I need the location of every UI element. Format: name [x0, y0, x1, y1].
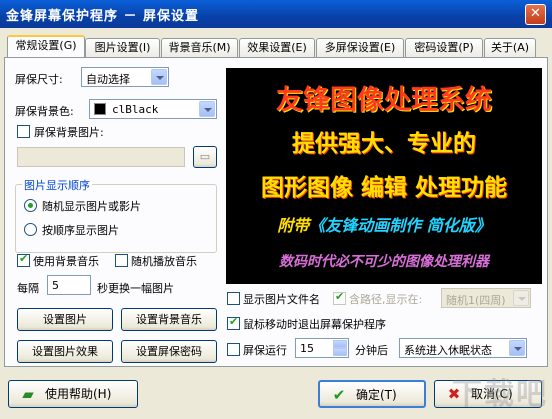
preview-line-4-prefix: 附带 [277, 216, 310, 235]
bgcolor-label: 屏保背景色: [15, 105, 74, 118]
color-swatch [94, 103, 106, 115]
size-value: 自动选择 [86, 73, 130, 86]
set-password-button[interactable]: 设置屏保密码 [121, 340, 217, 363]
exit-on-mouse-checkbox[interactable] [227, 315, 240, 330]
bgcolor-value: clBlack [112, 103, 159, 116]
order-random-radio[interactable] [24, 199, 37, 212]
set-image-button[interactable]: 设置图片 [17, 308, 113, 331]
preview-image: 友锋图像处理系统 提供强大、专业的 图形图像 编辑 处理功能 附带《友锋动画制作… [226, 68, 542, 284]
chevron-down-icon[interactable] [509, 340, 525, 356]
check-icon: ✔ [332, 386, 346, 404]
run-delay-checkbox[interactable] [227, 343, 240, 356]
watermark: 下载吧 [452, 377, 548, 412]
run-delay-stepper[interactable]: 15 [295, 338, 349, 358]
sleep-select[interactable]: 系统进入休眠状态 [399, 338, 527, 358]
set-music-button[interactable]: 设置背景音乐 [121, 308, 217, 331]
chevron-down-icon[interactable] [151, 69, 167, 85]
preview-line-5: 数码时代必不可少的图像处理利器 [279, 254, 489, 270]
show-filename-label: 显示图片文件名 [243, 293, 320, 306]
browse-folder-button[interactable]: ▭ [193, 146, 217, 168]
help-button[interactable]: ▰ 使用帮助(H) [8, 380, 138, 408]
random-music-checkbox[interactable] [115, 254, 128, 267]
interval-value: 5 [52, 279, 59, 292]
position-select[interactable]: 随机1(四周) [441, 288, 531, 308]
run-delay-suffix: 分钟后 [355, 344, 388, 357]
size-label: 屏保尺寸: [15, 73, 63, 86]
ok-label: 确定(T) [356, 388, 397, 402]
folder-icon: ▭ [199, 150, 211, 163]
chevron-down-icon[interactable] [513, 290, 529, 306]
bgcolor-select[interactable]: clBlack [89, 99, 217, 119]
preview-line-4: 附带《友锋动画制作 简化版》 [226, 212, 542, 236]
run-delay-label: 屏保运行 [243, 344, 287, 357]
settings-window: 金锋屏幕保护程序 － 屏保设置 ✕ 常规设置(G) 图片设置(I) 背景音乐(M… [0, 0, 552, 419]
window-title: 金锋屏幕保护程序 － 屏保设置 [6, 9, 200, 24]
order-sequential-radio[interactable] [24, 223, 37, 236]
general-panel: 屏保尺寸: 自动选择 屏保背景色: clBlack 屏保背景图片: ▭ 图片显示… [4, 57, 548, 367]
book-icon: ▰ [22, 385, 34, 403]
tab-images[interactable]: 图片设置(I) [85, 38, 160, 57]
position-value: 随机1(四周) [446, 294, 506, 307]
size-select[interactable]: 自动选择 [81, 67, 169, 87]
interval-input[interactable]: 5 [47, 275, 91, 295]
spin-up-icon[interactable] [333, 340, 347, 348]
help-label: 使用帮助(H) [45, 387, 112, 401]
tab-music[interactable]: 背景音乐(M) [161, 38, 238, 57]
preview-line-3: 图形图像 编辑 处理功能 [260, 174, 507, 201]
tab-about[interactable]: 关于(A) [484, 38, 536, 57]
every-label: 每隔 [17, 282, 39, 295]
tab-general[interactable]: 常规设置(G) [7, 35, 85, 57]
sleep-value: 系统进入休眠状态 [404, 344, 492, 357]
use-music-label: 使用背景音乐 [33, 255, 99, 268]
bg-image-checkbox[interactable] [17, 125, 30, 138]
order-random-label: 随机显示图片或影片 [42, 200, 141, 213]
order-group-title: 图片显示顺序 [22, 177, 92, 193]
ok-button[interactable]: ✔ 确定(T) [318, 380, 426, 408]
spin-down-icon[interactable] [333, 348, 347, 356]
exit-on-mouse-label: 鼠标移动时退出屏幕保护程序 [243, 318, 386, 331]
bg-image-label: 屏保背景图片: [34, 126, 104, 139]
order-group: 图片显示顺序 随机显示图片或影片 按顺序显示图片 [15, 177, 217, 253]
close-button[interactable]: ✕ [525, 4, 546, 25]
chevron-down-icon[interactable] [199, 101, 215, 117]
order-sequential-label: 按顺序显示图片 [42, 224, 119, 237]
tab-password[interactable]: 密码设置(P) [405, 38, 483, 57]
preview-line-2: 提供强大、专业的 [292, 130, 476, 157]
use-music-checkbox[interactable] [17, 252, 30, 267]
preview-line-1: 友锋图像处理系统 [276, 85, 492, 116]
every-suffix: 秒更换一幅图片 [97, 282, 174, 295]
image-effect-button[interactable]: 设置图片效果 [17, 340, 113, 363]
tab-multi[interactable]: 多屏保设置(E) [316, 38, 404, 57]
include-path-checkbox[interactable] [333, 290, 346, 305]
preview-line-4-highlight: 《友锋动画制作 简化版》 [309, 216, 491, 235]
run-delay-value: 15 [300, 342, 314, 355]
include-path-label: 含路径,显示在: [349, 293, 423, 306]
tab-effects[interactable]: 效果设置(E) [239, 38, 315, 57]
bg-image-path-input[interactable] [17, 147, 185, 167]
title-bar[interactable]: 金锋屏幕保护程序 － 屏保设置 ✕ [0, 0, 552, 28]
show-filename-checkbox[interactable] [227, 292, 240, 305]
random-music-label: 随机播放音乐 [131, 255, 197, 268]
